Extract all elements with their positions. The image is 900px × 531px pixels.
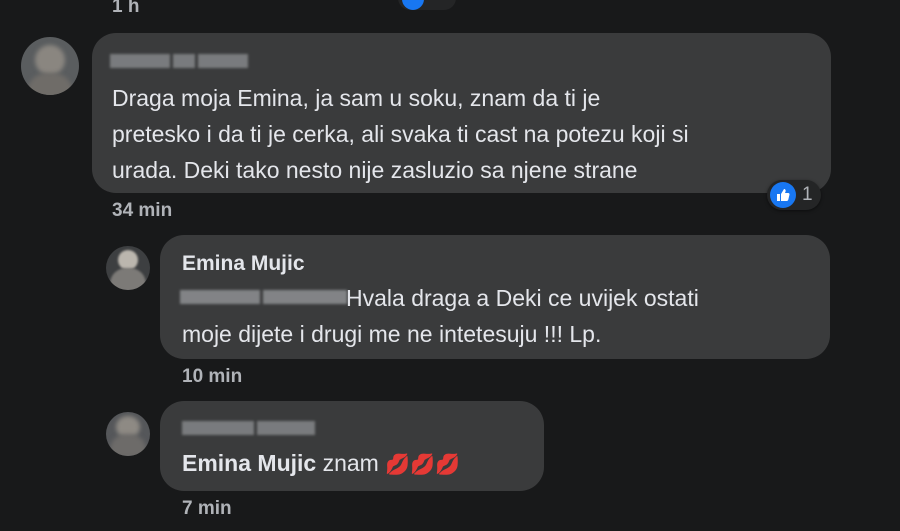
kiss-emoji: 💋💋💋	[385, 454, 460, 476]
reply-bubble: Emina Mujic znam 💋💋💋	[160, 401, 544, 491]
reaction-count: 1	[802, 184, 813, 205]
comment-bubble: Draga moja Emina, ja sam u soku, znam da…	[92, 33, 831, 193]
reply-text: Emina Mujic znam 💋💋💋	[182, 450, 460, 476]
avatar[interactable]	[106, 412, 150, 456]
reply-timestamp[interactable]: 7 min	[182, 498, 232, 520]
reaction-badge-top[interactable]	[398, 0, 456, 10]
like-icon	[402, 0, 424, 10]
reaction-badge[interactable]: 1	[767, 180, 821, 210]
reply-author-name[interactable]: Emina Mujic	[182, 252, 305, 276]
commenter-name-blurred[interactable]	[110, 54, 248, 68]
comment-text: Draga moja Emina, ja sam u soku, znam da…	[112, 85, 689, 183]
reply-text: Hvala draga a Deki ce uvijek ostati moje…	[182, 285, 699, 347]
avatar[interactable]	[21, 37, 79, 95]
comment-timestamp[interactable]: 34 min	[112, 200, 172, 222]
commenter-name-blurred[interactable]	[182, 421, 315, 435]
like-icon	[770, 182, 796, 208]
reply-bubble: Emina Mujic Hvala draga a Deki ce uvijek…	[160, 235, 830, 359]
mention-link[interactable]: Emina Mujic	[182, 450, 316, 476]
reply-timestamp[interactable]: 10 min	[182, 366, 242, 388]
comment-timestamp-top[interactable]: 1 h	[112, 0, 139, 18]
avatar-emina[interactable]	[106, 246, 150, 290]
